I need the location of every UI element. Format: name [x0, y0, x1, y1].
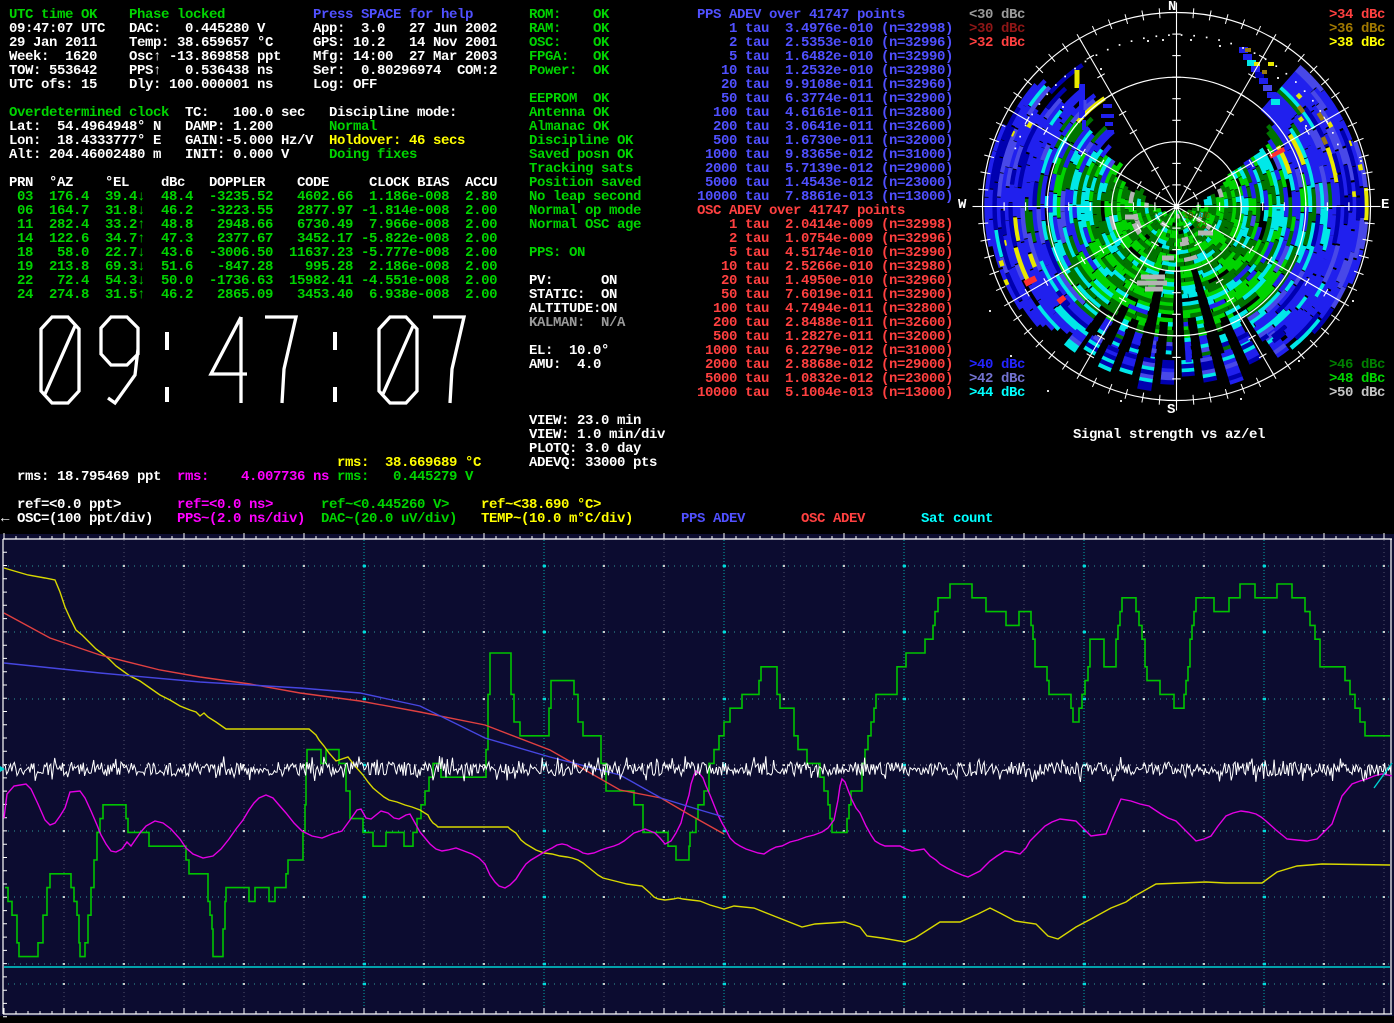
svg-text:22: 22 — [1196, 221, 1207, 231]
svg-text:19 06: 19 06 — [1183, 211, 1210, 221]
